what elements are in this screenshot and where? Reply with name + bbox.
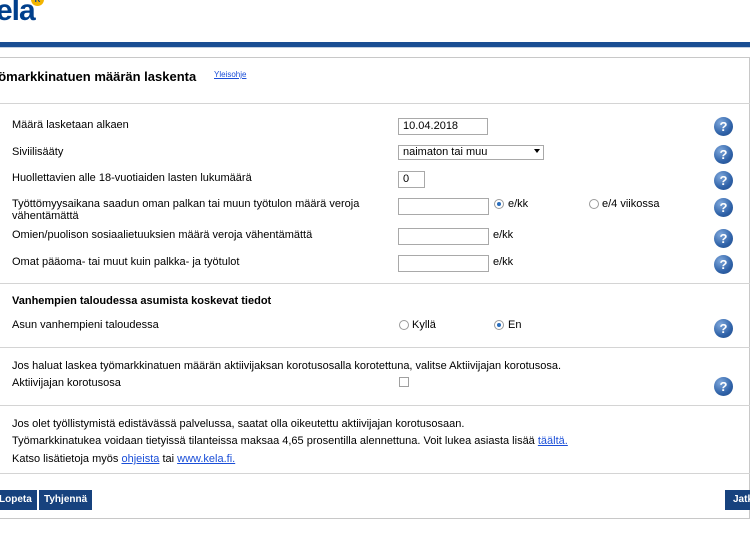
divider bbox=[0, 283, 750, 284]
parents-section-title: Vanhempien taloudessa asumista koskevat … bbox=[12, 295, 272, 307]
info-more-link[interactable]: täältä. bbox=[538, 435, 568, 447]
income-label-line2: vähentämättä bbox=[12, 210, 79, 222]
income-input[interactable] bbox=[398, 198, 489, 215]
stop-button[interactable]: Lopeta bbox=[0, 490, 37, 510]
income-per-4weeks-label: e/4 viikossa bbox=[602, 198, 660, 210]
instructions-link[interactable]: ohjeista bbox=[121, 453, 159, 465]
help-icon[interactable]: ? bbox=[714, 117, 733, 136]
divider bbox=[0, 347, 750, 348]
header-bar-shadow bbox=[0, 47, 750, 48]
capital-income-input[interactable] bbox=[398, 255, 489, 272]
info-line-1: Jos olet työllistymistä edistävässä palv… bbox=[12, 418, 465, 430]
children-input[interactable]: 0 bbox=[398, 171, 425, 188]
info-line-2-text: Työmarkkinatukea voidaan tietyissä tilan… bbox=[12, 435, 535, 447]
activation-intro: Jos haluat laskea työmarkkinatuen määrän… bbox=[12, 360, 562, 372]
income-per-month-label: e/kk bbox=[508, 198, 529, 210]
marital-status-label: Siviilisääty bbox=[12, 146, 64, 158]
income-label-line1: Työttömyysaikana saadun oman palkan tai … bbox=[12, 198, 360, 210]
divider bbox=[0, 405, 750, 406]
kela-logo[interactable]: ela bbox=[0, 0, 36, 28]
parents-no-radio[interactable] bbox=[494, 320, 504, 330]
activation-label: Aktiivijajan korotusosa bbox=[12, 377, 121, 389]
parents-no-label: En bbox=[508, 319, 522, 331]
help-icon[interactable]: ? bbox=[714, 319, 733, 338]
parents-yes-radio[interactable] bbox=[399, 320, 409, 330]
social-benefits-input[interactable] bbox=[398, 228, 489, 245]
parents-yes-label: Kyllä bbox=[412, 319, 436, 331]
help-icon[interactable]: ? bbox=[714, 145, 733, 164]
chevron-down-icon bbox=[534, 149, 540, 153]
help-icon[interactable]: ? bbox=[714, 377, 733, 396]
income-per-month-radio[interactable] bbox=[494, 199, 504, 209]
marital-status-value: naimaton tai muu bbox=[403, 146, 488, 158]
next-button[interactable]: Jatk bbox=[725, 490, 750, 510]
info-line-3: Katso lisätietoja myös ohjeista tai www.… bbox=[12, 453, 235, 465]
divider bbox=[0, 473, 750, 474]
help-icon[interactable]: ? bbox=[714, 171, 733, 190]
help-icon[interactable]: ? bbox=[714, 229, 733, 248]
general-help-link[interactable]: Yleisohje bbox=[214, 70, 246, 79]
page-title: yömarkkinatuen määrän laskenta bbox=[0, 69, 197, 84]
social-benefits-label: Omien/puolison sosiaalietuuksien määrä v… bbox=[12, 229, 313, 241]
capital-income-label: Omat pääoma- tai muut kuin palkka- ja ty… bbox=[12, 256, 240, 268]
info-line-3-mid: tai bbox=[162, 453, 175, 465]
info-line-2: Työmarkkinatukea voidaan tietyissä tilan… bbox=[12, 435, 568, 447]
activation-checkbox[interactable] bbox=[399, 377, 409, 387]
income-per-4weeks-radio[interactable] bbox=[589, 199, 599, 209]
clear-button[interactable]: Tyhjennä bbox=[39, 490, 93, 510]
start-date-label: Määrä lasketaan alkaen bbox=[12, 119, 129, 131]
help-icon[interactable]: ? bbox=[714, 198, 733, 217]
divider bbox=[0, 103, 750, 104]
parents-question-label: Asun vanhempieni taloudessa bbox=[12, 319, 159, 331]
social-benefits-unit: e/kk bbox=[493, 229, 514, 241]
start-date-input[interactable]: 10.04.2018 bbox=[398, 118, 488, 135]
children-label: Huollettavien alle 18-vuotiaiden lasten … bbox=[12, 172, 252, 184]
marital-status-select[interactable]: naimaton tai muu bbox=[398, 145, 544, 160]
capital-income-unit: e/kk bbox=[493, 256, 514, 268]
help-icon[interactable]: ? bbox=[714, 255, 733, 274]
info-line-3-text: Katso lisätietoja myös bbox=[12, 453, 119, 465]
kela-website-link[interactable]: www.kela.fi. bbox=[177, 453, 235, 465]
